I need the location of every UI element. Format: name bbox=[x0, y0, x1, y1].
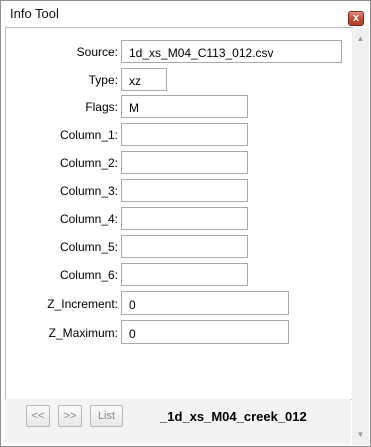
field-label: Source: bbox=[76, 45, 118, 59]
type-field[interactable]: xz bbox=[121, 68, 167, 91]
window-title: Info Tool bbox=[10, 6, 59, 21]
z-maximum-field[interactable]: 0 bbox=[121, 320, 289, 344]
close-button[interactable]: x bbox=[348, 11, 364, 26]
field-label: Column_4: bbox=[59, 212, 118, 226]
column-1-field[interactable] bbox=[121, 123, 248, 146]
vertical-scrollbar[interactable]: ▲ ▼ bbox=[352, 28, 369, 445]
flags-field[interactable]: M bbox=[121, 95, 248, 118]
attribute-panel: Source: 1d_xs_M04_C113_012.csv Type: xz … bbox=[5, 27, 353, 400]
field-label: Flags: bbox=[85, 100, 118, 114]
close-icon: x bbox=[352, 12, 360, 24]
source-field[interactable]: 1d_xs_M04_C113_012.csv bbox=[121, 40, 342, 63]
field-label: Z_Increment: bbox=[47, 297, 118, 311]
scroll-up-icon[interactable]: ▲ bbox=[352, 30, 369, 47]
column-3-field[interactable] bbox=[121, 179, 248, 202]
title-bar[interactable]: Info Tool x bbox=[1, 1, 370, 27]
next-button[interactable]: >> bbox=[58, 405, 82, 427]
field-label: Column_5: bbox=[59, 240, 118, 254]
column-6-field[interactable] bbox=[121, 263, 248, 286]
field-label: Column_1: bbox=[59, 128, 118, 142]
column-2-field[interactable] bbox=[121, 151, 248, 174]
navigation-bar: << >> List _1d_xs_M04_creek_012 bbox=[5, 399, 351, 444]
current-item-label: _1d_xs_M04_creek_012 bbox=[160, 409, 307, 424]
list-button[interactable]: List bbox=[90, 405, 123, 427]
field-label: Type: bbox=[88, 73, 118, 87]
column-5-field[interactable] bbox=[121, 235, 248, 258]
z-increment-field[interactable]: 0 bbox=[121, 291, 289, 315]
column-4-field[interactable] bbox=[121, 207, 248, 230]
info-tool-window: Info Tool x Source: 1d_xs_M04_C113_012.c… bbox=[0, 0, 371, 447]
previous-button[interactable]: << bbox=[26, 405, 50, 427]
field-label: Z_Maximum: bbox=[48, 326, 118, 340]
field-label: Column_2: bbox=[59, 156, 118, 170]
scroll-down-icon[interactable]: ▼ bbox=[352, 426, 369, 443]
field-label: Column_3: bbox=[59, 184, 118, 198]
field-label: Column_6: bbox=[59, 268, 118, 282]
